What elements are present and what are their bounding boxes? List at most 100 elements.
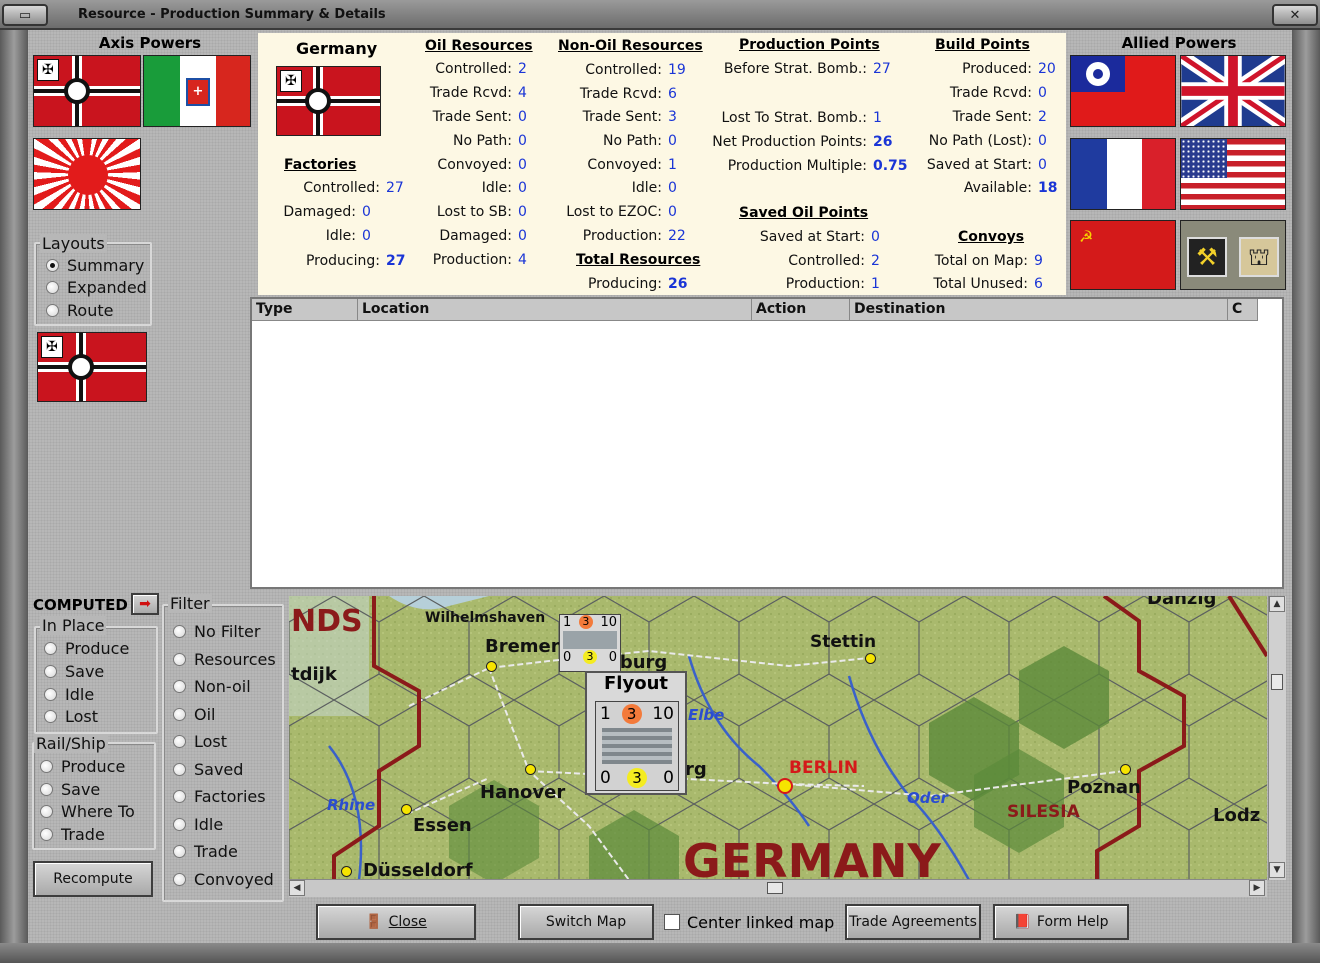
col-action[interactable]: Action [752,299,850,321]
usa-flag[interactable] [1180,138,1286,210]
col-destination[interactable]: Destination [850,299,1228,321]
in-place-idle-radio[interactable]: Idle [44,685,94,704]
filter-trade-radio[interactable]: Trade [173,842,238,861]
pp-multiple: Production Multiple: 0.75 [727,158,908,174]
col-c[interactable]: C [1228,299,1258,321]
map-label-nds: NDS [291,604,363,639]
center-linked-map-checkbox[interactable] [664,914,680,930]
filter-resources-radio[interactable]: Resources [173,650,276,669]
filter-lost-radio[interactable]: Lost [173,732,227,751]
oil-derrick-icon: ⛫ [1239,237,1279,277]
oil-row: Damaged: 0 [439,228,527,244]
map-label-dusseldorf: Düsseldorf [363,860,473,880]
map-label-rg: rg [685,759,707,780]
mine-icon: ⚒ [1187,237,1227,277]
city-marker[interactable] [525,764,536,775]
in-place-save-radio[interactable]: Save [44,662,104,681]
city-marker[interactable] [486,661,497,672]
build-points-row: No Path (Lost): 0 [928,133,1047,149]
filter-idle-radio[interactable]: Idle [173,815,223,834]
computed-arrow-button[interactable]: ➡ [131,593,159,615]
rail-trade-radio[interactable]: Trade [40,825,105,844]
france-flag[interactable] [1070,138,1176,210]
unit-counter[interactable]: 1 3 10 0 3 0 [559,614,621,672]
layout-summary-radio[interactable]: Summary [46,256,144,275]
saved-oil-controlled: Controlled: 2 [788,253,880,269]
filter-oil-radio[interactable]: Oil [173,705,215,724]
layout-route-radio[interactable]: Route [46,301,113,320]
vertical-scroll-thumb[interactable] [1271,674,1283,690]
city-marker[interactable] [341,866,352,877]
scroll-left-arrow[interactable]: ◀ [289,880,305,896]
capital-marker[interactable] [777,778,793,794]
factories-producing: Producing: 27 [305,253,406,269]
convoys-total: Total on Map: 9 [934,253,1043,269]
map-vertical-scrollbar[interactable]: ▲ ▼ [1268,596,1286,880]
map-label-oder: Oder [907,789,949,807]
detail-table[interactable]: Type Location Action Destination C [250,297,1284,589]
filter-saved-radio[interactable]: Saved [173,760,243,779]
scroll-up-arrow[interactable]: ▲ [1269,596,1285,612]
col-type[interactable]: Type [252,299,358,321]
city-marker[interactable] [401,804,412,815]
city-marker[interactable] [865,653,876,664]
system-menu-button[interactable]: ▭ [2,4,48,26]
ussr-flag[interactable]: ☭ [1070,220,1176,290]
japan-flag[interactable] [33,138,141,210]
oil-row: Lost to SB: 0 [436,204,527,220]
close-button[interactable]: 🚪 Close [316,904,476,940]
map-view[interactable]: NDS tdijk Wilhelmshaven Bremen nburg Ste… [289,596,1267,880]
filter-title: Filter [168,594,212,613]
filter-no-filter-radio[interactable]: No Filter [173,622,260,641]
map-label-danzig: Danzig [1147,596,1217,609]
resource-icons-tile[interactable]: ⚒ ⛫ [1180,220,1286,290]
col-location[interactable]: Location [358,299,752,321]
scroll-right-arrow[interactable]: ▶ [1249,880,1265,896]
pp-before-bomb: Before Strat. Bomb.: 27 [723,61,891,77]
total-resources-header: Total Resources [576,252,701,268]
map-label-wilhelmshaven: Wilhelmshaven [425,610,546,626]
germany-flag[interactable]: ✠ [33,55,141,127]
rail-where-to-radio[interactable]: Where To [40,802,135,821]
italy-flag[interactable]: + [143,55,251,127]
map-label-essen: Essen [413,815,472,836]
china-flag[interactable] [1070,55,1176,127]
non-oil-row: Controlled: 19 [585,62,686,78]
window-title: Resource - Production Summary & Details [78,7,386,22]
filter-factories-radio[interactable]: Factories [173,787,266,806]
form-help-button[interactable]: 📕 Form Help [993,904,1129,940]
rail-save-radio[interactable]: Save [40,780,100,799]
scroll-down-arrow[interactable]: ▼ [1269,862,1285,878]
flyout-panel[interactable]: Flyout 1 3 10 0 3 0 [585,671,687,795]
city-marker[interactable] [1120,764,1131,775]
trade-agreements-button[interactable]: Trade Agreements [845,904,981,940]
oil-row: Trade Sent: 0 [432,109,527,125]
build-points-header: Build Points [935,37,1030,53]
country-name: Germany [296,39,378,58]
center-linked-map-label: Center linked map [687,913,835,932]
ship-icon [602,728,672,764]
window-close-button[interactable]: ✕ [1272,4,1318,26]
factories-controlled: Controlled: 27 [303,180,404,196]
in-place-lost-radio[interactable]: Lost [44,707,98,726]
in-place-produce-radio[interactable]: Produce [44,639,129,658]
close-icon: ✕ [1289,7,1301,23]
filter-non-oil-radio[interactable]: Non-oil [173,677,251,696]
layout-expanded-radio[interactable]: Expanded [46,278,147,297]
map-label-germany: GERMANY [683,834,941,880]
window-icon: ▭ [18,7,32,23]
map-horizontal-scrollbar[interactable]: ◀ ▶ [289,879,1267,897]
flyout-title: Flyout [604,673,668,694]
flyout-counter[interactable]: 1 3 10 0 3 0 [595,701,679,791]
saved-oil-start: Saved at Start: 0 [759,229,880,245]
close-door-icon: 🚪 [365,914,383,930]
production-points-header: Production Points [739,37,880,53]
horizontal-scroll-thumb[interactable] [767,882,783,894]
switch-map-button[interactable]: Switch Map [518,904,654,940]
recompute-button[interactable]: Recompute [33,861,153,897]
rail-produce-radio[interactable]: Produce [40,757,125,776]
uk-flag[interactable] [1180,55,1286,127]
oil-row: Idle: 0 [481,180,527,196]
map-label-rhine: Rhine [327,796,376,814]
filter-convoyed-radio[interactable]: Convoyed [173,870,274,889]
